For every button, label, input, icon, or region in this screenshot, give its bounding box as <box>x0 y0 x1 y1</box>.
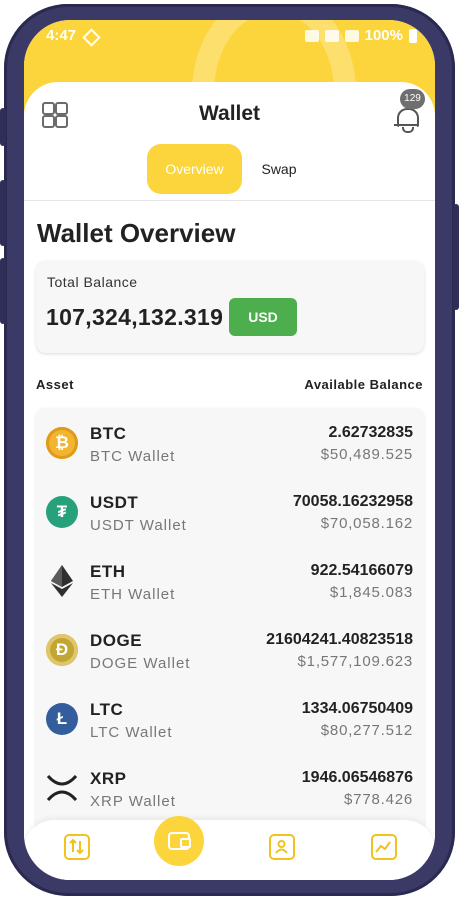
profile-card-icon[interactable] <box>269 834 295 860</box>
asset-wallet-name: XRP Wallet <box>90 793 176 810</box>
dogecoin-icon: Ð <box>46 634 78 666</box>
total-balance-value: 107,324,132.319 <box>46 304 224 330</box>
asset-usd-value: $80,277.512 <box>320 722 413 739</box>
asset-symbol: LTC <box>90 700 124 719</box>
asset-usd-value: $50,489.525 <box>320 446 413 463</box>
asset-row-xrp[interactable]: XRP XRP Wallet 1946.06546876 $778.426 <box>36 753 424 822</box>
asset-wallet-name: ETH Wallet <box>90 586 176 603</box>
side-button-left-3 <box>0 258 6 324</box>
asset-amount: 1946.06546876 <box>301 769 413 786</box>
asset-amount: 2.62732835 <box>328 424 413 441</box>
asset-wallet-name: DOGE Wallet <box>90 655 191 672</box>
asset-usd-value: $778.426 <box>344 791 413 808</box>
wallet-icon <box>168 832 191 850</box>
asset-symbol: USDT <box>90 493 139 512</box>
asset-symbol: DOGE <box>90 631 143 650</box>
side-button-left-2 <box>0 180 6 246</box>
asset-row-usdt[interactable]: ₮ USDT USDT Wallet 70058.16232958 $70,05… <box>36 477 424 546</box>
asset-amount: 21604241.40823518 <box>266 631 413 648</box>
currency-usd-button[interactable]: USD <box>229 298 297 336</box>
column-header-available-balance: Available Balance <box>304 377 423 392</box>
asset-usd-value: $1,577,109.623 <box>297 653 413 670</box>
tab-overview[interactable]: Overview <box>147 144 242 194</box>
column-header-asset: Asset <box>36 377 74 392</box>
asset-wallet-name: LTC Wallet <box>90 724 173 741</box>
tether-icon: ₮ <box>46 496 78 528</box>
location-icon <box>82 28 101 47</box>
asset-row-doge[interactable]: Ð DOGE DOGE Wallet 21604241.40823518 $1,… <box>36 615 424 684</box>
bitcoin-icon: ₿ <box>46 427 78 459</box>
asset-wallet-name: USDT Wallet <box>90 517 187 534</box>
status-bar: 4:47 100% <box>24 20 435 54</box>
tab-swap[interactable]: Swap <box>254 144 304 194</box>
ethereum-icon <box>46 565 78 597</box>
asset-symbol: XRP <box>90 769 127 788</box>
status-time: 4:47 <box>46 27 77 44</box>
mute-icon <box>304 29 319 42</box>
asset-row-ltc[interactable]: Ł LTC LTC Wallet 1334.06750409 $80,277.5… <box>36 684 424 753</box>
asset-symbol: ETH <box>90 562 126 581</box>
battery-icon <box>409 28 417 43</box>
battery-level: 100% <box>364 27 403 44</box>
signal-icon <box>344 29 359 42</box>
total-balance-label: Total Balance <box>47 274 138 290</box>
asset-amount: 922.54166079 <box>310 562 413 579</box>
asset-row-eth[interactable]: ETH ETH Wallet 922.54166079 $1,845.083 <box>36 546 424 615</box>
wallet-nav-button[interactable] <box>154 816 204 866</box>
asset-list: ₿ BTC BTC Wallet 2.62732835 $50,489.525 … <box>36 408 424 828</box>
asset-usd-value: $1,845.083 <box>329 584 413 601</box>
side-button-left-1 <box>0 108 6 146</box>
xrp-icon <box>46 772 78 804</box>
chart-icon[interactable] <box>371 834 397 860</box>
side-button-right <box>453 204 459 310</box>
tabs-divider <box>24 200 435 201</box>
asset-wallet-name: BTC Wallet <box>90 448 176 465</box>
total-balance-card: Total Balance 107,324,132.319 USD <box>36 261 424 353</box>
transfer-icon[interactable] <box>64 834 90 860</box>
asset-symbol: BTC <box>90 424 127 443</box>
asset-amount: 70058.16232958 <box>292 493 413 510</box>
wifi-icon <box>324 29 339 42</box>
bottom-navigation <box>24 816 435 880</box>
asset-row-btc[interactable]: ₿ BTC BTC Wallet 2.62732835 $50,489.525 <box>36 408 424 477</box>
phone-screen: 4:47 100% Wallet 129 Overview Swap Walle… <box>24 20 435 880</box>
litecoin-icon: Ł <box>46 703 78 735</box>
page-title: Wallet Overview <box>37 218 236 248</box>
notification-badge: 129 <box>400 89 425 109</box>
asset-usd-value: $70,058.162 <box>320 515 413 532</box>
page-header-title: Wallet <box>198 102 261 125</box>
asset-amount: 1334.06750409 <box>301 700 413 717</box>
